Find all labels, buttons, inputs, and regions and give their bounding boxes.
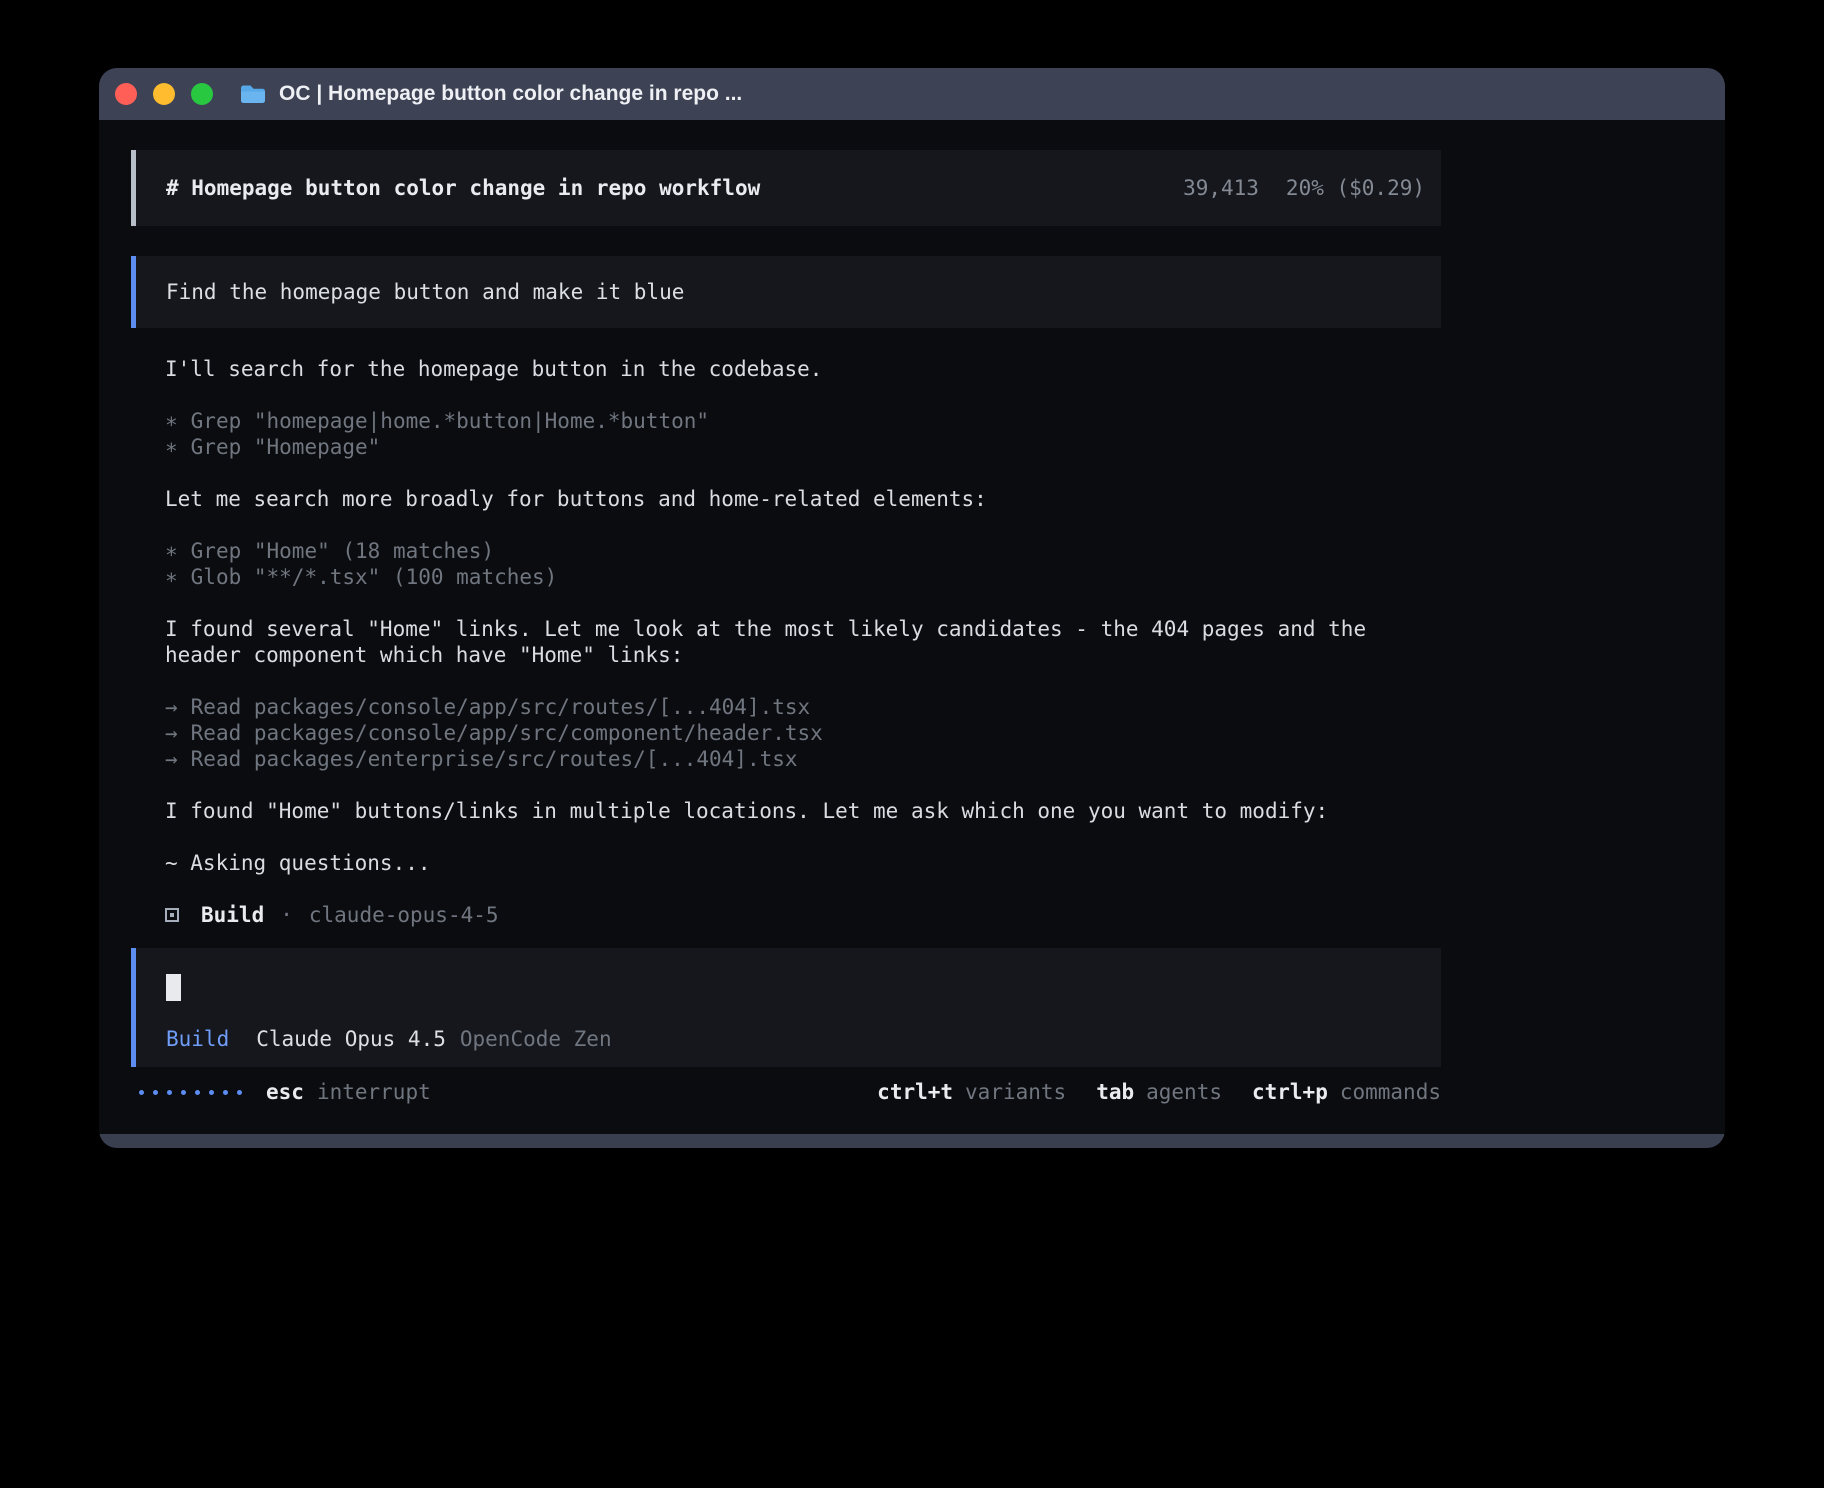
minimize-button[interactable] [153, 83, 175, 105]
grep-tool-icon: ∗ [165, 408, 178, 434]
badge-separator: · [280, 902, 293, 928]
conversation: I'll search for the homepage button in t… [131, 356, 1405, 928]
tool-call-text: Read packages/enterprise/src/routes/[...… [191, 746, 798, 772]
zoom-button[interactable] [191, 83, 213, 105]
read-arrow-icon: → [165, 694, 178, 720]
grep-tool-icon: ∗ [165, 538, 178, 564]
shortcut-label: variants [965, 1079, 1066, 1105]
tool-call-text: Read packages/console/app/src/component/… [191, 720, 823, 746]
grep-tool-icon: ∗ [165, 434, 178, 460]
tool-call-grep: ∗ Grep "Homepage" [165, 434, 1405, 460]
shortcut-label: commands [1340, 1079, 1441, 1105]
tool-call-grep: ∗ Grep "homepage|home.*button|Home.*butt… [165, 408, 1405, 434]
tool-call-text: Read packages/console/app/src/routes/[..… [191, 694, 811, 720]
tool-call-text: Grep "homepage|home.*button|Home.*button… [191, 408, 709, 434]
window-titlebar[interactable]: OC | Homepage button color change in rep… [99, 68, 1725, 120]
read-arrow-icon: → [165, 720, 178, 746]
shortcut-agents: tab agents [1096, 1079, 1222, 1105]
status-bar: esc interrupt ctrl+t variants tab agents… [131, 1079, 1441, 1105]
agent-square-icon [165, 908, 179, 922]
window-title: OC | Homepage button color change in rep… [279, 82, 742, 106]
user-message: Find the homepage button and make it blu… [131, 256, 1441, 328]
input-model-label[interactable]: Claude Opus 4.5 [256, 1026, 446, 1052]
prompt-input[interactable]: Build Claude Opus 4.5 OpenCode Zen [131, 948, 1441, 1067]
read-arrow-icon: → [165, 746, 178, 772]
shortcut-variants: ctrl+t variants [877, 1079, 1066, 1105]
assistant-text: Let me search more broadly for buttons a… [165, 486, 1405, 512]
folder-icon [239, 83, 267, 105]
session-title: # Homepage button color change in repo w… [166, 176, 760, 200]
input-provider-label: OpenCode Zen [460, 1026, 612, 1052]
shortcut-label: agents [1146, 1079, 1222, 1105]
tool-call-grep: ∗ Grep "Home" (18 matches) [165, 538, 1405, 564]
traffic-lights [115, 83, 213, 105]
tool-call-read: → Read packages/console/app/src/componen… [165, 720, 1405, 746]
user-message-text: Find the homepage button and make it blu… [166, 280, 684, 304]
agent-badge: Build · claude-opus-4-5 [165, 902, 1405, 928]
context-usage: 20% ($0.29) [1286, 176, 1425, 200]
assistant-text: I'll search for the homepage button in t… [165, 356, 1405, 382]
shortcut-commands: ctrl+p commands [1252, 1079, 1441, 1105]
shortcut-key: tab [1096, 1079, 1134, 1105]
terminal-window: OC | Homepage button color change in rep… [99, 68, 1725, 1148]
esc-key-action: interrupt [317, 1079, 431, 1105]
shortcut-key: ctrl+p [1252, 1079, 1328, 1105]
agent-name: Build [201, 902, 264, 928]
tool-call-glob: ∗ Glob "**/*.tsx" (100 matches) [165, 564, 1405, 590]
tool-call-read: → Read packages/enterprise/src/routes/[.… [165, 746, 1405, 772]
assistant-text: I found several "Home" links. Let me loo… [165, 616, 1405, 668]
progress-spinner [139, 1090, 242, 1095]
esc-key-hint: esc [266, 1079, 304, 1105]
working-status-text: ~ Asking questions... [165, 850, 1405, 876]
shortcut-key: ctrl+t [877, 1079, 953, 1105]
tool-call-text: Grep "Home" (18 matches) [191, 538, 494, 564]
tool-call-text: Grep "Homepage" [191, 434, 381, 460]
session-header: # Homepage button color change in repo w… [131, 150, 1441, 226]
tool-call-text: Glob "**/*.tsx" (100 matches) [191, 564, 558, 590]
token-count: 39,413 [1183, 176, 1259, 200]
input-agent-label[interactable]: Build [166, 1026, 229, 1052]
window-bottom-edge [99, 1134, 1725, 1148]
assistant-text: I found "Home" buttons/links in multiple… [165, 798, 1405, 824]
text-cursor [166, 974, 181, 1001]
glob-tool-icon: ∗ [165, 564, 178, 590]
tool-call-read: → Read packages/console/app/src/routes/[… [165, 694, 1405, 720]
close-button[interactable] [115, 83, 137, 105]
badge-model-name: claude-opus-4-5 [309, 902, 499, 928]
